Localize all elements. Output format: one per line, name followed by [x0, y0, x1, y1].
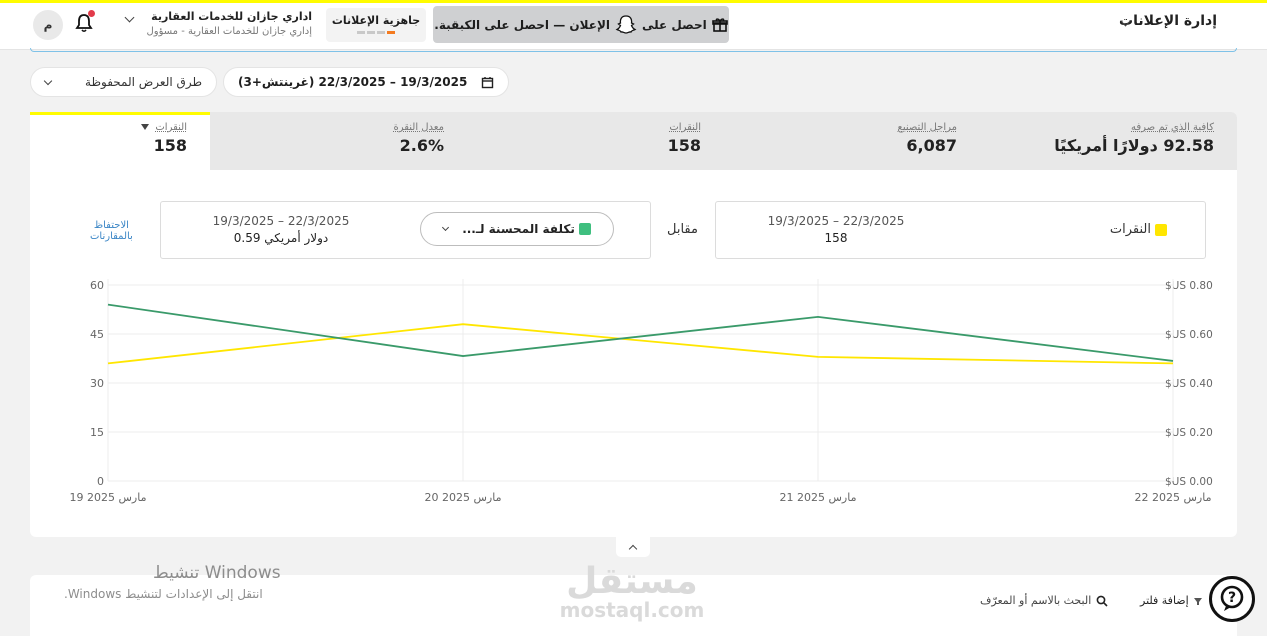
- y-right-tick-label: $US 0.00: [1165, 476, 1213, 488]
- svg-text:مستقل: مستقل: [566, 561, 698, 602]
- calendar-icon: [481, 76, 494, 88]
- ads-manager-title: إدارة الإعلانات: [1119, 13, 1217, 29]
- ads-manager-menu[interactable]: إدارة الإعلانات: [1119, 13, 1217, 29]
- y-left-tick-label: 15: [90, 426, 104, 439]
- windows-activation-title: تنشيط Windows: [153, 563, 281, 583]
- promo-text: الإعلان — احصل على الكبقبة.: [434, 17, 610, 32]
- ads-readiness-button[interactable]: جاهزية الإعلانات: [326, 8, 426, 42]
- readiness-segment: [377, 31, 385, 34]
- help-button[interactable]: ?: [1209, 576, 1255, 622]
- saved-views-dropdown[interactable]: طرق العرض المحفوظة: [30, 67, 217, 97]
- y-right-tick-label: $US 0.40: [1165, 378, 1213, 390]
- watermark-logo: مستقل mostaql.com: [560, 561, 705, 622]
- y-left-tick-label: 60: [90, 279, 104, 292]
- readiness-segment: [357, 31, 365, 34]
- readiness-segment-active: [387, 31, 395, 34]
- saved-views-label: طرق العرض المحفوظة: [85, 75, 202, 89]
- search-placeholder: البحث بالاسم أو المعرّف: [980, 594, 1092, 607]
- search-icon: [1096, 595, 1108, 607]
- add-filter-label: إضافة فلتر: [1140, 594, 1189, 607]
- svg-text:mostaql.com: mostaql.com: [560, 598, 705, 622]
- series-line-clicks: [107, 323, 1174, 365]
- metrics-panel: كافية الذي تم صرفه 92.58 دولارًا أمريكيً…: [30, 112, 1237, 537]
- chevron-up-icon: [628, 544, 638, 554]
- avatar[interactable]: م: [33, 10, 63, 40]
- add-filter-button[interactable]: إضافة فلتر: [1140, 594, 1203, 607]
- gift-icon: [711, 17, 728, 32]
- series-line-cost: [107, 303, 1174, 362]
- x-tick-label: 21 مارس 2025: [780, 491, 857, 504]
- y-left-tick-label: 0: [97, 475, 104, 488]
- ads-readiness-label: جاهزية الإعلانات: [331, 14, 421, 27]
- promo-banner[interactable]: احصل على الإعلان — احصل على الكبقبة.: [433, 6, 729, 43]
- snapchat-ghost-icon: [615, 14, 637, 34]
- readiness-segment: [367, 31, 375, 34]
- y-right-tick-label: $US 0.60: [1165, 329, 1213, 341]
- chevron-down-icon: [43, 76, 53, 85]
- y-left-tick-label: 30: [90, 377, 104, 390]
- question-icon: ?: [1220, 585, 1244, 611]
- windows-activation-subtitle: انتقل إلى الإعدادات لتنشيط Windows.: [64, 587, 263, 601]
- notification-dot: [88, 10, 95, 17]
- collapse-chart-button[interactable]: [616, 537, 650, 557]
- svg-text:?: ?: [1228, 590, 1236, 606]
- account-role: إداري جازان للخدمات العقارية - مسؤول: [146, 26, 313, 37]
- search-input[interactable]: البحث بالاسم أو المعرّف: [980, 594, 1108, 607]
- account-name: اداري جازان للخدمات العقارية: [151, 10, 312, 23]
- top-accent-line: [30, 48, 1237, 52]
- x-tick-label: 22 مارس 2025: [1135, 491, 1212, 504]
- readiness-progress: [326, 31, 426, 34]
- account-switcher[interactable]: اداري جازان للخدمات العقارية إداري جازان…: [147, 10, 313, 37]
- date-range-label: 19/3/2025 – 22/3/2025 (غرينتش+3): [238, 75, 468, 89]
- date-range-picker[interactable]: 19/3/2025 – 22/3/2025 (غرينتش+3): [223, 67, 509, 97]
- y-right-tick-label: $US 0.20: [1165, 427, 1213, 439]
- y-left-tick-label: 45: [90, 328, 104, 341]
- promo-prefix: احصل على: [642, 17, 707, 32]
- x-tick-label: 20 مارس 2025: [425, 491, 502, 504]
- x-tick-label: 19 مارس 2025: [70, 491, 147, 504]
- line-chart: 60 $US 0.80 45 $US 0.60 30 $US 0.40 15 $US 0.20…: [70, 279, 1213, 504]
- y-right-tick-label: $US 0.80: [1165, 280, 1213, 292]
- filter-icon: [1193, 597, 1202, 605]
